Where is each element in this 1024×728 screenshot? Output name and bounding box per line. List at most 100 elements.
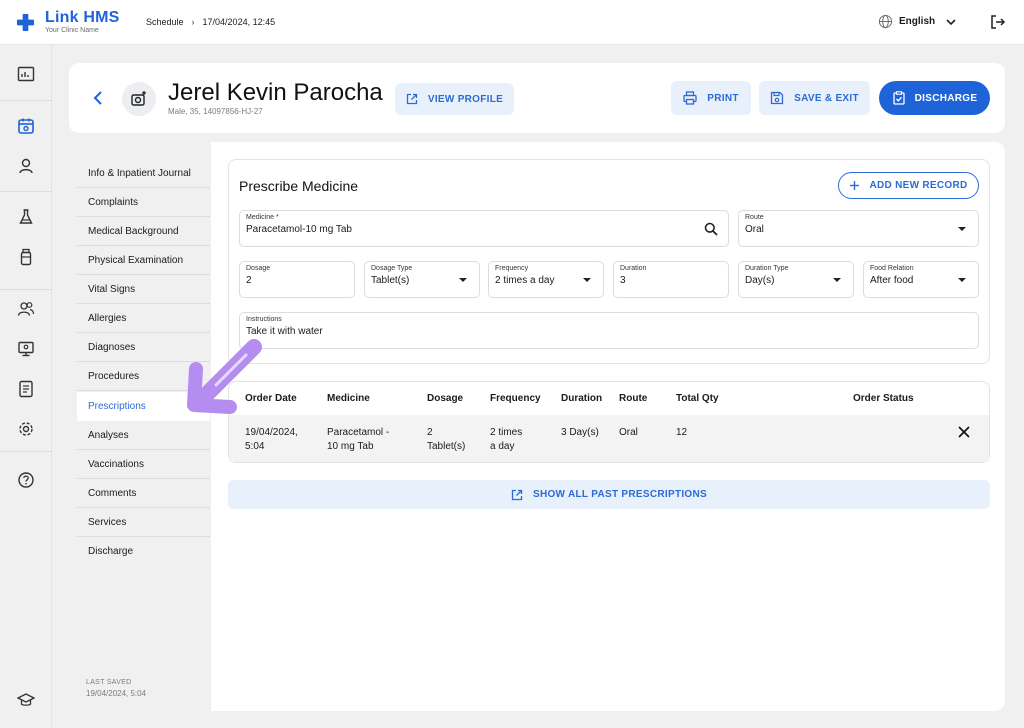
patient-name: Jerel Kevin Parocha <box>168 79 383 106</box>
sidebar-item-allergies[interactable]: Allergies <box>77 304 210 333</box>
show-all-past-prescriptions-button[interactable]: SHOW ALL PAST PRESCRIPTIONS <box>228 480 990 509</box>
route-select[interactable]: Route Oral <box>738 210 979 247</box>
add-photo-icon <box>131 91 146 106</box>
dropdown-caret-icon <box>459 278 467 282</box>
food-relation-select[interactable]: Food Relation After food <box>863 261 979 298</box>
language-selector[interactable]: English <box>878 14 957 29</box>
breadcrumb-section[interactable]: Schedule <box>146 17 184 27</box>
sidebar-item-analyses[interactable]: Analyses <box>77 421 210 450</box>
sidebar-item-label: Complaints <box>88 196 139 208</box>
medicine-field[interactable]: Medicine * Paracetamol-10 mg Tab <box>239 210 729 247</box>
sidebar-item-medical-background[interactable]: Medical Background <box>77 217 210 246</box>
dropdown-caret-icon <box>958 227 966 231</box>
cell-order-date-line-1: 19/04/2024, <box>245 427 298 438</box>
printer-icon <box>683 91 697 105</box>
patient-header: Jerel Kevin Parocha Male, 35, 14097856-H… <box>69 63 1005 133</box>
last-saved-value: 19/04/2024, 5:04 <box>86 689 147 698</box>
breadcrumb-separator: › <box>191 17 195 27</box>
sidebar-item-label: Comments <box>88 487 137 499</box>
cell-dosage: 2 Tablet(s) <box>427 426 465 454</box>
duration-type-select[interactable]: Duration Type Day(s) <box>738 261 854 298</box>
report-icon[interactable] <box>15 378 37 400</box>
add-new-record-button[interactable]: ADD NEW RECORD <box>838 172 979 199</box>
back-arrow-icon[interactable] <box>91 89 105 107</box>
sidebar-item-label: Vaccinations <box>88 458 144 470</box>
dropdown-caret-icon <box>833 278 841 282</box>
close-icon[interactable] <box>957 425 971 439</box>
help-icon[interactable] <box>15 469 37 491</box>
sidebar-item-label: Physical Examination <box>88 254 184 266</box>
save-exit-label: SAVE & EXIT <box>794 92 859 104</box>
people-icon[interactable] <box>15 298 37 320</box>
bottle-icon[interactable] <box>15 246 37 268</box>
add-new-record-label: ADD NEW RECORD <box>869 180 968 191</box>
dosage-type-select[interactable]: Dosage Type Tablet(s) <box>364 261 480 298</box>
avatar[interactable] <box>122 82 156 116</box>
view-profile-button[interactable]: VIEW PROFILE <box>395 83 514 115</box>
sidebar-item-vaccinations[interactable]: Vaccinations <box>77 450 210 479</box>
frequency-label: Frequency <box>495 265 529 272</box>
cell-duration: 3 Day(s) <box>561 427 599 438</box>
instructions-field[interactable]: Instructions Take it with water <box>239 312 979 349</box>
duration-type-label: Duration Type <box>745 265 789 272</box>
logout-icon[interactable] <box>990 14 1006 30</box>
monitor-icon[interactable] <box>15 338 37 360</box>
cell-dosage-line-2: Tablet(s) <box>427 441 466 452</box>
dosage-field[interactable]: Dosage 2 <box>239 261 355 298</box>
sidebar-item-label: Services <box>88 516 127 528</box>
discharge-button[interactable]: DISCHARGE <box>879 81 990 115</box>
sidebar-item-vital-signs[interactable]: Vital Signs <box>77 275 210 304</box>
cell-frequency-line-1: 2 times <box>490 427 523 438</box>
sidebar-item-complaints[interactable]: Complaints <box>77 188 210 217</box>
dosage-type-label: Dosage Type <box>371 265 413 272</box>
graduation-cap-icon[interactable] <box>15 689 37 711</box>
food-relation-label: Food Relation <box>870 265 914 272</box>
sidebar-item-discharge[interactable]: Discharge <box>77 537 210 566</box>
sidebar-item-label: Prescriptions <box>88 401 146 412</box>
dropdown-caret-icon <box>583 278 591 282</box>
sidebar-item-label: Allergies <box>88 312 127 324</box>
sidebar-item-services[interactable]: Services <box>77 508 210 537</box>
sidebar-item-label: Info & Inpatient Journal <box>88 167 191 179</box>
duration-value: 3 <box>620 275 626 286</box>
open-external-icon <box>511 489 523 500</box>
column-header-total-qty: Total Qty <box>676 393 719 404</box>
sidebar-item-physical-examination[interactable]: Physical Examination <box>77 246 210 275</box>
flask-icon[interactable] <box>15 206 37 228</box>
route-label: Route <box>745 214 764 221</box>
callout-arrow-icon <box>187 339 262 414</box>
dashboard-icon[interactable] <box>15 63 37 85</box>
person-icon[interactable] <box>15 155 37 177</box>
sidebar-item-label: Medical Background <box>88 225 179 237</box>
dosage-type-value: Tablet(s) <box>371 275 410 286</box>
sidebar-item-label: Diagnoses <box>88 341 136 353</box>
rail-divider <box>0 289 52 290</box>
frequency-select[interactable]: Frequency 2 times a day <box>488 261 604 298</box>
column-header-duration: Duration <box>561 393 603 404</box>
sidebar-item-label: Procedures <box>88 370 140 382</box>
dosage-value: 2 <box>246 275 252 286</box>
search-icon[interactable] <box>704 222 718 236</box>
discharge-label: DISCHARGE <box>914 92 978 104</box>
instructions-label: Instructions <box>246 316 282 323</box>
cell-medicine-line-2: 10 mg Tab <box>327 441 374 452</box>
save-exit-button[interactable]: SAVE & EXIT <box>759 81 870 115</box>
column-header-order-status: Order Status <box>853 393 914 404</box>
cell-total-qty: 12 <box>676 427 688 438</box>
print-button[interactable]: PRINT <box>671 81 751 115</box>
clipboard-check-icon <box>892 91 905 105</box>
sidebar-item-comments[interactable]: Comments <box>77 479 210 508</box>
cell-order-date-line-2: 5:04 <box>245 441 265 452</box>
medicine-label: Medicine * <box>246 214 279 221</box>
print-label: PRINT <box>707 92 739 104</box>
language-label: English <box>899 16 936 27</box>
plus-icon <box>850 181 860 190</box>
calendar-icon[interactable] <box>15 115 37 137</box>
settings-icon[interactable] <box>15 418 37 440</box>
rail-divider <box>0 451 52 452</box>
dosage-label: Dosage <box>246 265 271 272</box>
last-saved-label: LAST SAVED <box>86 679 132 686</box>
sidebar-item-info-journal[interactable]: Info & Inpatient Journal <box>77 159 210 188</box>
prescribe-title: Prescribe Medicine <box>239 178 359 194</box>
duration-field[interactable]: Duration 3 <box>613 261 729 298</box>
